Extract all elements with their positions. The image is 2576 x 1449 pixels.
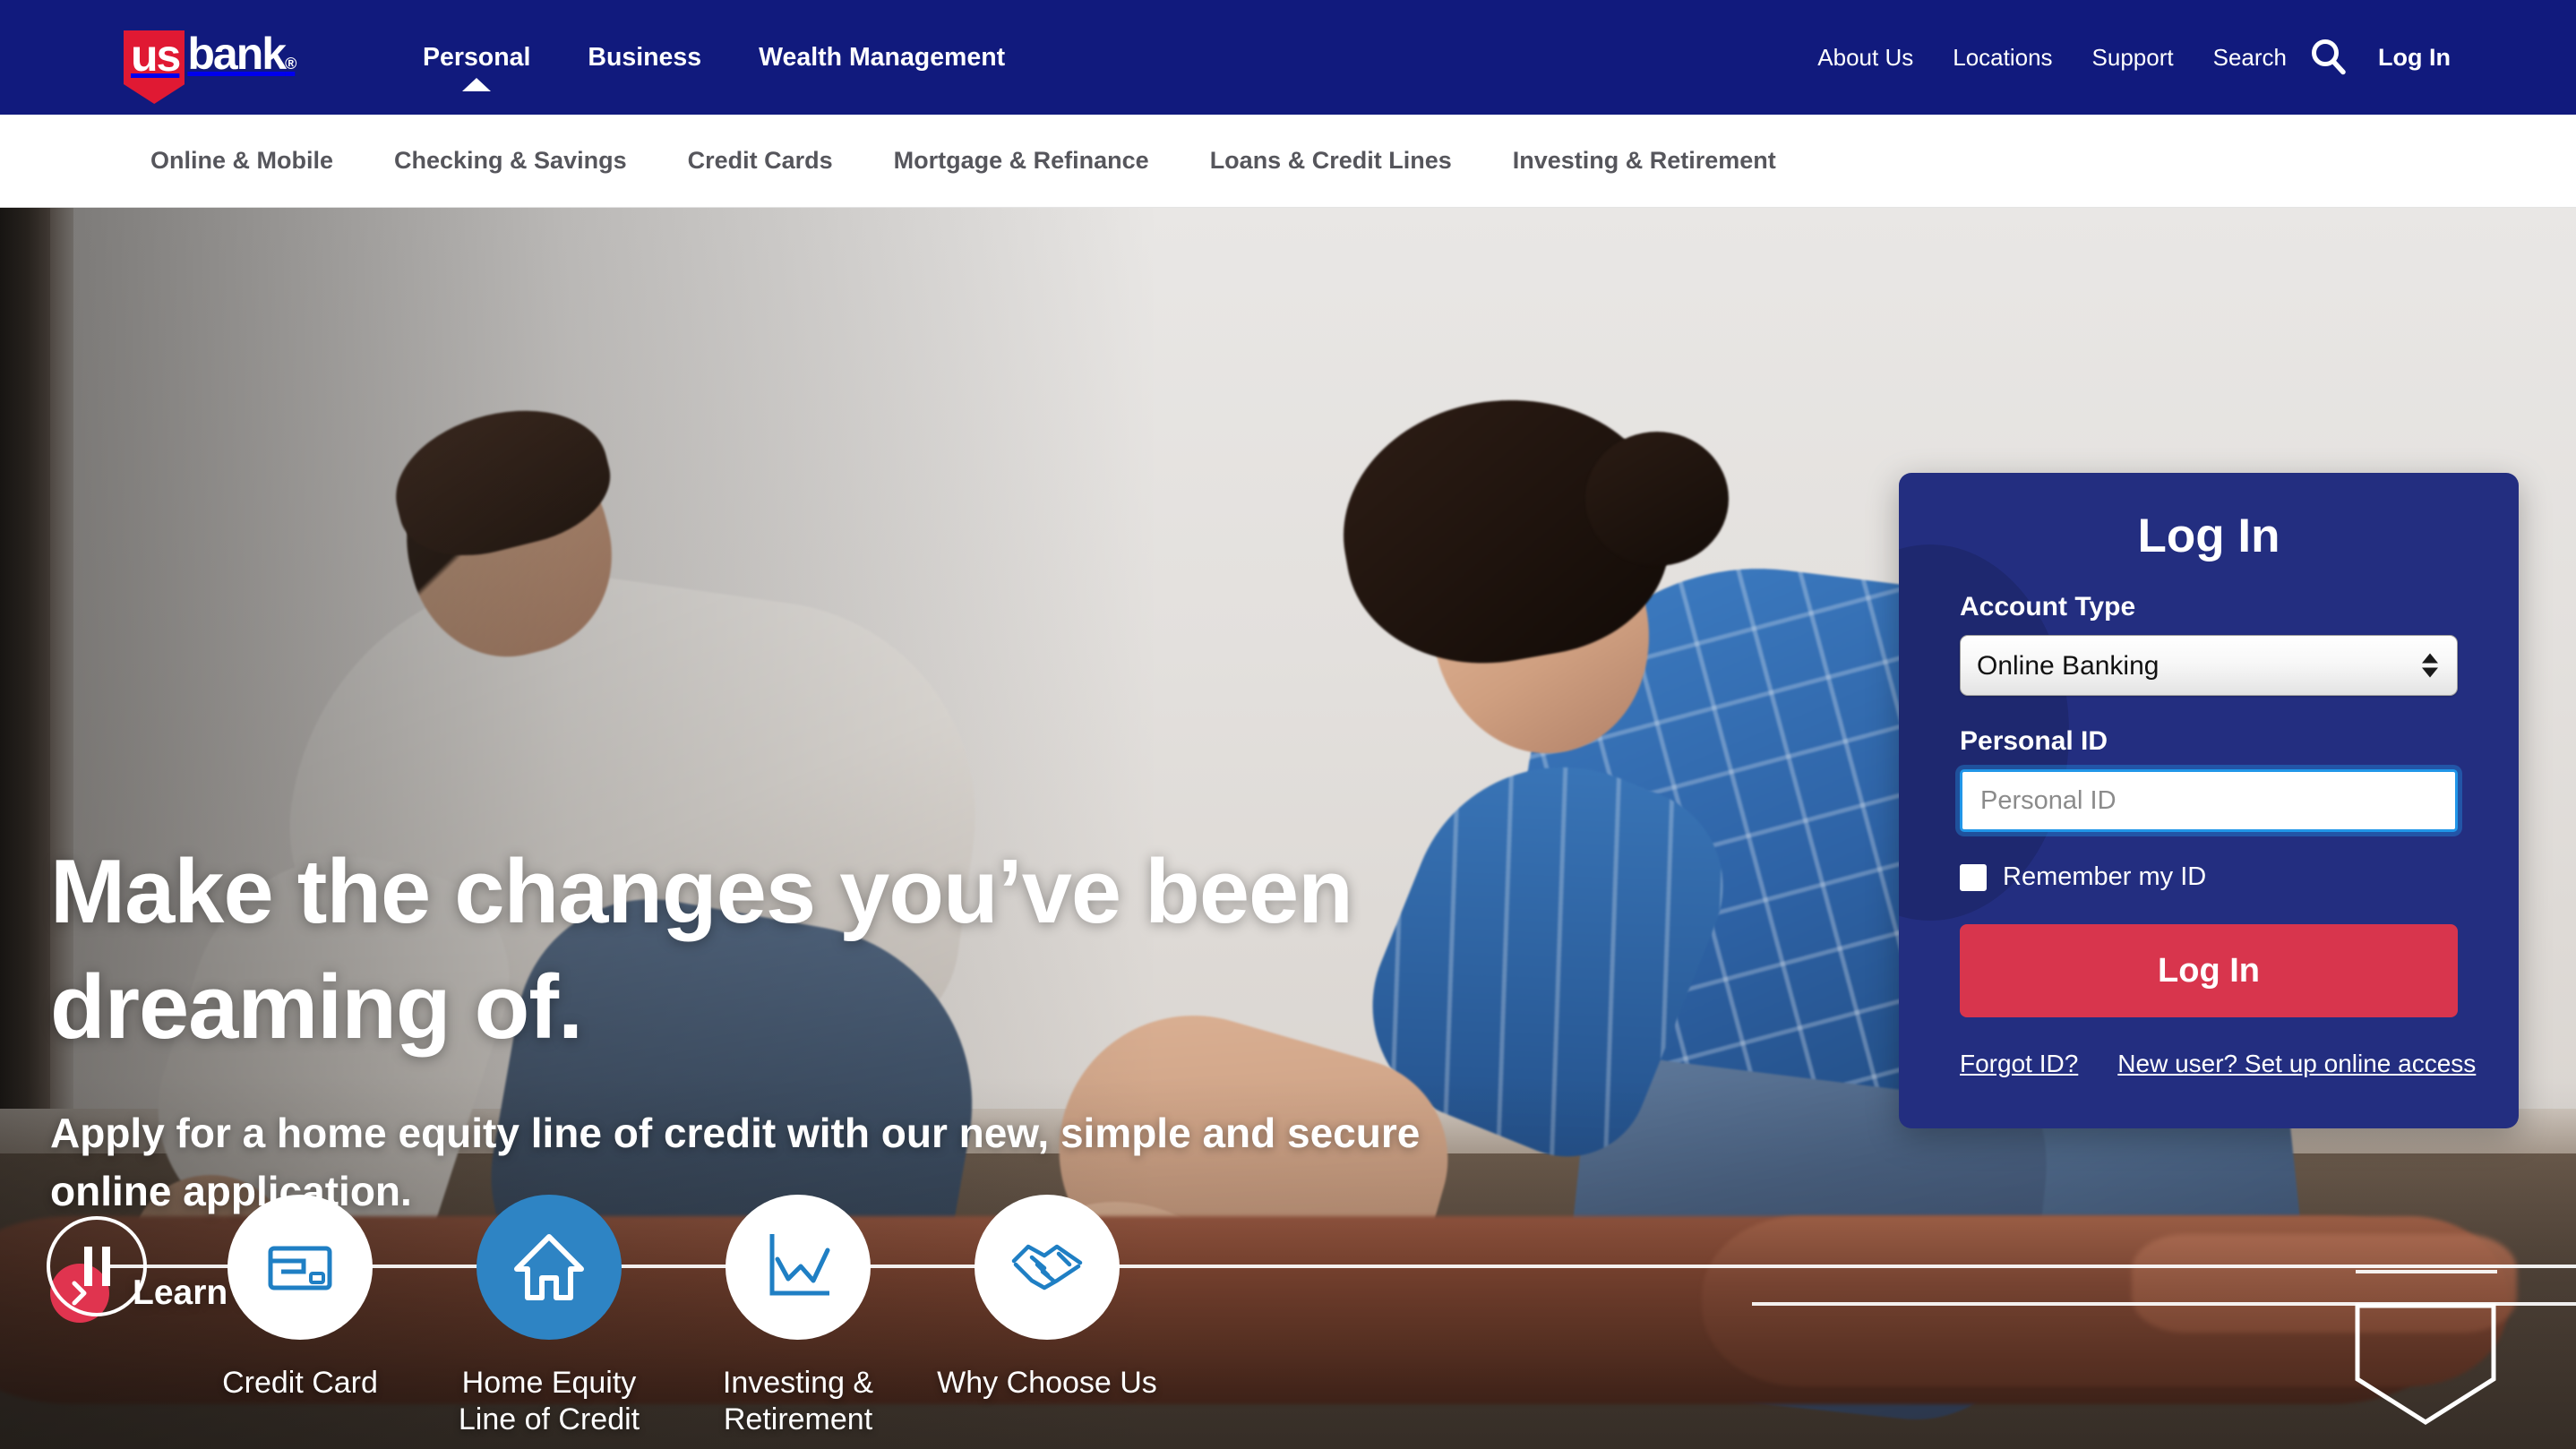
nav-business[interactable]: Business (559, 0, 730, 115)
hero-banner: Make the changes you’ve been dreaming of… (0, 208, 2576, 1449)
utility-nav: About Us Locations Support Search Log In (1798, 0, 2470, 115)
subnav-checking-savings[interactable]: Checking & Savings (364, 147, 657, 175)
nav-personal[interactable]: Personal (394, 0, 559, 115)
account-type-select[interactable]: Online Banking (1960, 635, 2458, 696)
carousel-slide-credit-card[interactable]: Credit Card (176, 1153, 425, 1402)
account-type-label: Account Type (1960, 592, 2136, 622)
carousel-label-home-equity: Home Equity Line of Credit (458, 1366, 640, 1437)
subnav-mortgage-refinance[interactable]: Mortgage & Refinance (863, 147, 1180, 175)
hero-carousel: Credit Card Home Equity Line of Credit I… (0, 1153, 2576, 1449)
secondary-nav: Online & Mobile Checking & Savings Credi… (0, 115, 2576, 208)
top-header: us bank® Personal Business Wealth Manage… (0, 0, 2576, 115)
carousel-corner-top-line (2356, 1270, 2497, 1273)
search-icon[interactable] (2308, 37, 2349, 78)
carousel-label-credit-card: Credit Card (222, 1366, 378, 1400)
page-root: us bank® Personal Business Wealth Manage… (0, 0, 2576, 1449)
handshake-icon (975, 1195, 1120, 1340)
forgot-id-link[interactable]: Forgot ID? (1960, 1050, 2078, 1078)
remember-my-id-row[interactable]: Remember my ID (1960, 862, 2458, 892)
remember-my-id-label: Remember my ID (2003, 862, 2207, 891)
carousel-label-why-choose-us: Why Choose Us (937, 1366, 1157, 1400)
carousel-label-investing: Investing & Retirement (722, 1366, 874, 1437)
carousel-slide-home-equity[interactable]: Home Equity Line of Credit (425, 1153, 674, 1439)
login-panel-title: Log In (2137, 510, 2280, 562)
remember-my-id-checkbox[interactable] (1960, 863, 1987, 891)
nav-about-us[interactable]: About Us (1798, 44, 1933, 72)
nav-support[interactable]: Support (2073, 44, 2194, 72)
personal-id-label: Personal ID (1960, 726, 2108, 756)
usbank-logo[interactable]: us bank® (124, 30, 296, 84)
login-helper-links: Forgot ID? New user? Set up online acces… (1960, 1050, 2476, 1078)
house-icon (477, 1195, 622, 1340)
shield-outline-icon (2354, 1302, 2497, 1429)
carousel-items: Credit Card Home Equity Line of Credit I… (176, 1153, 1172, 1439)
login-submit-button[interactable]: Log In (1960, 924, 2458, 1017)
carousel-slide-why-choose-us[interactable]: Why Choose Us (923, 1153, 1172, 1402)
hero-headline: Make the changes you’ve been dreaming of… (50, 842, 1353, 1059)
logo-bank-text: bank® (187, 29, 296, 79)
nav-search[interactable]: Search (2194, 44, 2306, 72)
personal-id-input[interactable] (1960, 769, 2458, 832)
nav-locations[interactable]: Locations (1933, 44, 2072, 72)
credit-card-icon (228, 1195, 373, 1340)
line-chart-icon (726, 1195, 871, 1340)
primary-nav: Personal Business Wealth Management (394, 0, 1034, 115)
subnav-online-mobile[interactable]: Online & Mobile (134, 147, 364, 175)
subnav-loans-credit-lines[interactable]: Loans & Credit Lines (1180, 147, 1482, 175)
nav-wealth-management[interactable]: Wealth Management (730, 0, 1034, 115)
new-user-setup-link[interactable]: New user? Set up online access (2117, 1050, 2476, 1078)
registered-mark-icon: ® (285, 55, 296, 73)
logo-us-mark: us (124, 30, 185, 84)
login-panel: Log In Account Type Online Banking Perso… (1899, 473, 2519, 1128)
carousel-slide-investing[interactable]: Investing & Retirement (674, 1153, 923, 1439)
subnav-credit-cards[interactable]: Credit Cards (657, 147, 863, 175)
subnav-investing-retirement[interactable]: Investing & Retirement (1482, 147, 1807, 175)
header-login-link[interactable]: Log In (2358, 44, 2470, 72)
pause-icon (83, 1247, 92, 1286)
carousel-pause-button[interactable] (47, 1216, 147, 1316)
